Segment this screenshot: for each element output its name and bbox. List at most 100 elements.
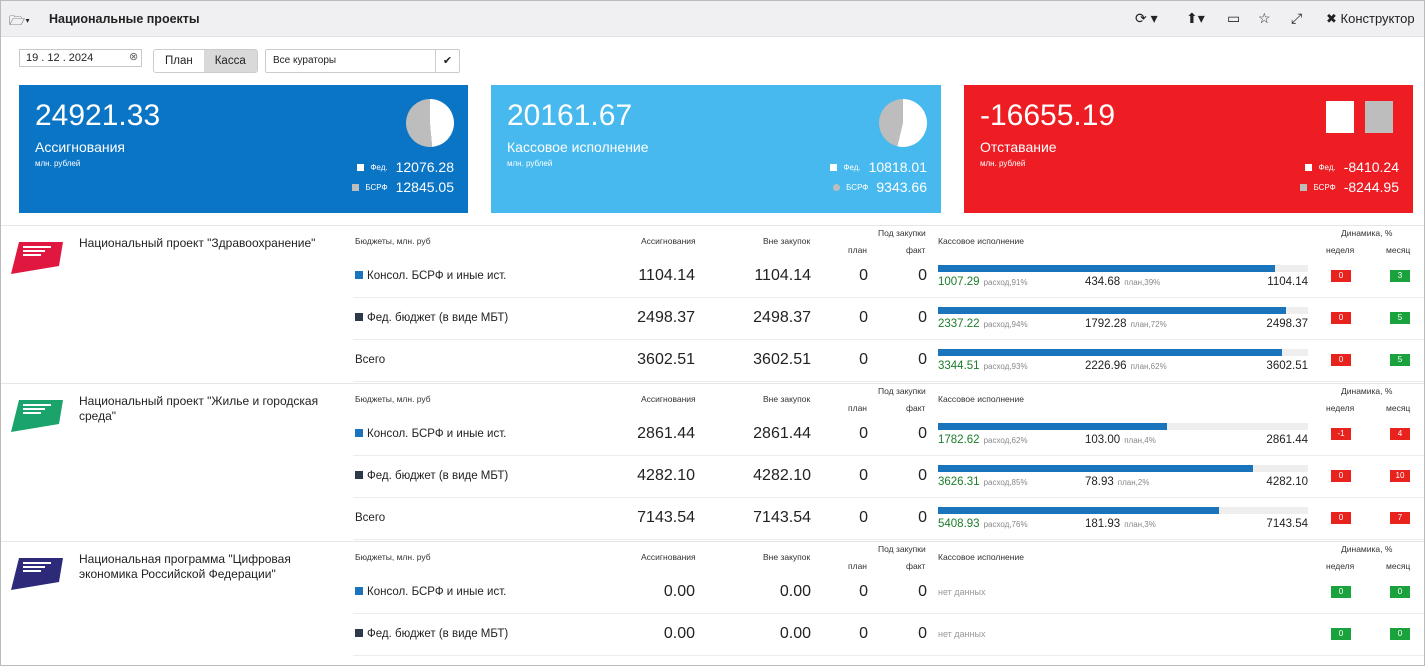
- week-badge[interactable]: 0: [1331, 586, 1351, 598]
- outside-value: 2861.44: [753, 425, 811, 442]
- fed-tag: Фед.: [1318, 162, 1336, 172]
- card-unit: млн. рублей: [507, 159, 553, 168]
- plan-value: 0: [859, 583, 868, 600]
- table-row: Консол. БСРФ и иные ист. 0.00 0.00 0 0 нет да…: [353, 572, 1424, 614]
- fact-value: 0: [918, 467, 927, 484]
- no-data-label: нет данных: [938, 587, 986, 597]
- headers-budgets: Бюджеты, млн. руб: [355, 552, 431, 562]
- plan-value: 0: [859, 267, 868, 284]
- date-input[interactable]: 19 . 12 . 2024: [19, 49, 142, 67]
- row-name: Всего: [355, 354, 386, 366]
- fed-value: 10818.01: [868, 159, 927, 175]
- exec-bar-track: [938, 507, 1308, 514]
- exec-percent: расход,76%: [983, 520, 1028, 529]
- export-icon[interactable]: ⬆▾: [1186, 10, 1205, 27]
- month-badge[interactable]: 0: [1390, 628, 1410, 640]
- headers-fact: факт: [906, 245, 926, 255]
- kassa-toggle[interactable]: Касса: [203, 50, 257, 72]
- fed-tag: Фед.: [370, 162, 388, 172]
- mode-toggle: План Касса: [153, 49, 258, 73]
- table-row: Фед. бюджет (в виде МБТ) 4282.10 4282.10 0 0…: [353, 456, 1424, 498]
- plan-percent: план,62%: [1130, 362, 1167, 371]
- week-badge[interactable]: 0: [1331, 512, 1351, 524]
- exec-percent: расход,91%: [983, 278, 1028, 287]
- headers-fact: факт: [906, 561, 926, 571]
- exec-percent: расход,94%: [983, 320, 1028, 329]
- month-badge[interactable]: 7: [1390, 512, 1410, 524]
- headers-week: неделя: [1326, 403, 1355, 413]
- checkmark-icon[interactable]: ✔: [435, 50, 459, 72]
- legend-fed: Фед. -8410.24: [1305, 159, 1399, 175]
- project-title[interactable]: Национальный проект "Жилье и городская с…: [79, 394, 351, 424]
- exec-total: 3602.51: [1266, 360, 1308, 372]
- row-legend-swatch: [355, 429, 363, 437]
- plan-percent: план,72%: [1130, 320, 1167, 329]
- legend-fed: Фед. 10818.01: [830, 159, 927, 175]
- bsrf-tag: БСРФ: [365, 182, 388, 192]
- month-badge[interactable]: 5: [1390, 354, 1410, 366]
- exec-bar-track: [938, 265, 1308, 272]
- headers-under: Под закупки: [878, 544, 926, 554]
- week-badge[interactable]: 0: [1331, 470, 1351, 482]
- headers-exec: Кассовое исполнение: [938, 236, 1024, 246]
- constructor-button[interactable]: ✖ Конструктор: [1326, 11, 1415, 27]
- headers-budgets: Бюджеты, млн. руб: [355, 236, 431, 246]
- table-row: Консол. БСРФ и иные ист. 1104.14 1104.14 0 0…: [353, 256, 1424, 298]
- week-badge[interactable]: -1: [1331, 428, 1351, 440]
- headers-assign: Ассигнования: [641, 394, 696, 404]
- fullscreen-icon[interactable]: ⤢: [1291, 10, 1302, 27]
- month-badge[interactable]: 5: [1390, 312, 1410, 324]
- headers-outside: Вне закупок: [763, 236, 811, 246]
- exec-total: 7143.54: [1266, 518, 1308, 530]
- card-label: Ассигнования: [35, 139, 125, 155]
- row-name: Консол. БСРФ и иные ист.: [355, 586, 506, 598]
- project-title[interactable]: Национальная программа "Цифровая экономи…: [79, 552, 351, 582]
- week-badge[interactable]: 0: [1331, 628, 1351, 640]
- week-badge[interactable]: 0: [1331, 312, 1351, 324]
- fed-tag: Фед.: [843, 162, 861, 172]
- plan-exec-value: 103.00 план,4%: [1085, 434, 1156, 446]
- week-badge[interactable]: 0: [1331, 354, 1351, 366]
- plan-percent: план,39%: [1124, 278, 1161, 287]
- top-bar: 🗁▾ Национальные проекты ⟳ ▾ ⬆▾ ▭ ☆ ⤢ ✖ К…: [1, 1, 1424, 37]
- clear-date-icon[interactable]: ⊗: [129, 50, 138, 63]
- row-legend-swatch: [355, 471, 363, 479]
- exec-value: 3626.31 расход,85%: [938, 476, 1028, 488]
- folder-icon[interactable]: 🗁▾: [9, 12, 30, 34]
- fact-value: 0: [918, 351, 927, 368]
- row-legend-swatch: [355, 587, 363, 595]
- bsrf-swatch: [352, 183, 360, 191]
- month-badge[interactable]: 0: [1390, 586, 1410, 598]
- project-logo: [9, 394, 65, 436]
- curator-select[interactable]: Все кураторы ✔: [265, 49, 460, 73]
- month-badge[interactable]: 10: [1390, 470, 1410, 482]
- headers-plan: план: [848, 245, 867, 255]
- plan-exec-value: 78.93 план,2%: [1085, 476, 1150, 488]
- row-name: Всего: [355, 512, 386, 524]
- table-row: Всего 3602.51 3602.51 0 0 3344.51 расход,93% 22…: [353, 340, 1424, 382]
- card-value: -16655.19: [980, 99, 1116, 132]
- outside-value: 2498.37: [753, 309, 811, 326]
- plan-toggle[interactable]: План: [154, 50, 204, 72]
- plan-exec-value: 181.93 план,3%: [1085, 518, 1156, 530]
- headers-under: Под закупки: [878, 386, 926, 396]
- card-label: Кассовое исполнение: [507, 139, 649, 155]
- row-name: Фед. бюджет (в виде МБТ): [355, 470, 508, 482]
- outside-value: 7143.54: [753, 509, 811, 526]
- exec-bar-track: [938, 307, 1308, 314]
- refresh-icon[interactable]: ⟳ ▾: [1135, 10, 1158, 27]
- month-badge[interactable]: 4: [1390, 428, 1410, 440]
- curator-value: Все кураторы: [273, 55, 337, 66]
- row-name: Консол. БСРФ и иные ист.: [355, 428, 506, 440]
- week-badge[interactable]: 0: [1331, 270, 1351, 282]
- star-icon[interactable]: ☆: [1258, 10, 1271, 27]
- bsrf-value: -8244.95: [1343, 179, 1399, 195]
- project-title[interactable]: Национальный проект "Здравоохранение": [79, 236, 351, 251]
- month-badge[interactable]: 3: [1390, 270, 1410, 282]
- assign-value: 7143.54: [637, 509, 695, 526]
- table-row: Фед. бюджет (в виде МБТ) 2498.37 2498.37 0 0…: [353, 298, 1424, 340]
- fed-swatch: [1305, 163, 1313, 171]
- plan-percent: план,2%: [1117, 478, 1150, 487]
- bsrf-tag: БСРФ: [846, 182, 869, 192]
- monitor-icon[interactable]: ▭: [1227, 10, 1240, 27]
